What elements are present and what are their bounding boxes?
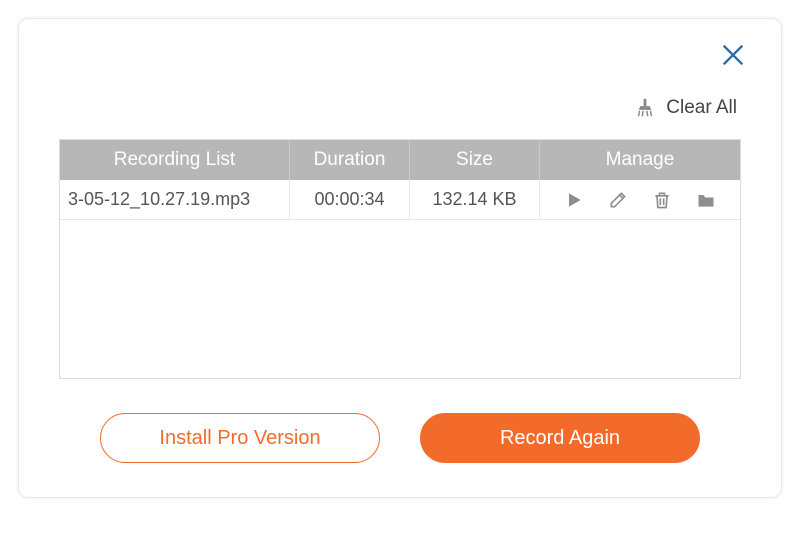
play-button[interactable] — [563, 189, 585, 211]
header-duration: Duration — [290, 140, 410, 180]
open-folder-button[interactable] — [695, 189, 717, 211]
edit-icon — [608, 190, 628, 210]
header-size: Size — [410, 140, 540, 180]
edit-button[interactable] — [607, 189, 629, 211]
footer-actions: Install Pro Version Record Again — [19, 413, 781, 463]
clear-all-label: Clear All — [666, 97, 737, 119]
trash-icon — [652, 190, 672, 210]
cell-manage — [540, 180, 740, 219]
table-header: Recording List Duration Size Manage — [60, 140, 740, 180]
delete-button[interactable] — [651, 189, 673, 211]
play-icon — [564, 190, 584, 210]
header-name: Recording List — [60, 140, 290, 180]
record-again-label: Record Again — [500, 427, 620, 450]
install-pro-label: Install Pro Version — [159, 427, 320, 450]
header-manage: Manage — [540, 140, 740, 180]
record-again-button[interactable]: Record Again — [420, 413, 700, 463]
broom-icon — [634, 97, 656, 119]
dialog-card: Clear All Recording List Duration Size M… — [18, 18, 782, 498]
close-icon — [719, 41, 747, 69]
clear-all-button[interactable]: Clear All — [634, 97, 737, 119]
close-button[interactable] — [719, 41, 747, 69]
install-pro-button[interactable]: Install Pro Version — [100, 413, 380, 463]
cell-name: 3-05-12_10.27.19.mp3 — [60, 180, 290, 219]
folder-icon — [695, 190, 717, 210]
cell-duration: 00:00:34 — [290, 180, 410, 219]
recordings-table: Recording List Duration Size Manage 3-05… — [59, 139, 741, 379]
cell-size: 132.14 KB — [410, 180, 540, 219]
table-row: 3-05-12_10.27.19.mp3 00:00:34 132.14 KB — [60, 180, 740, 220]
